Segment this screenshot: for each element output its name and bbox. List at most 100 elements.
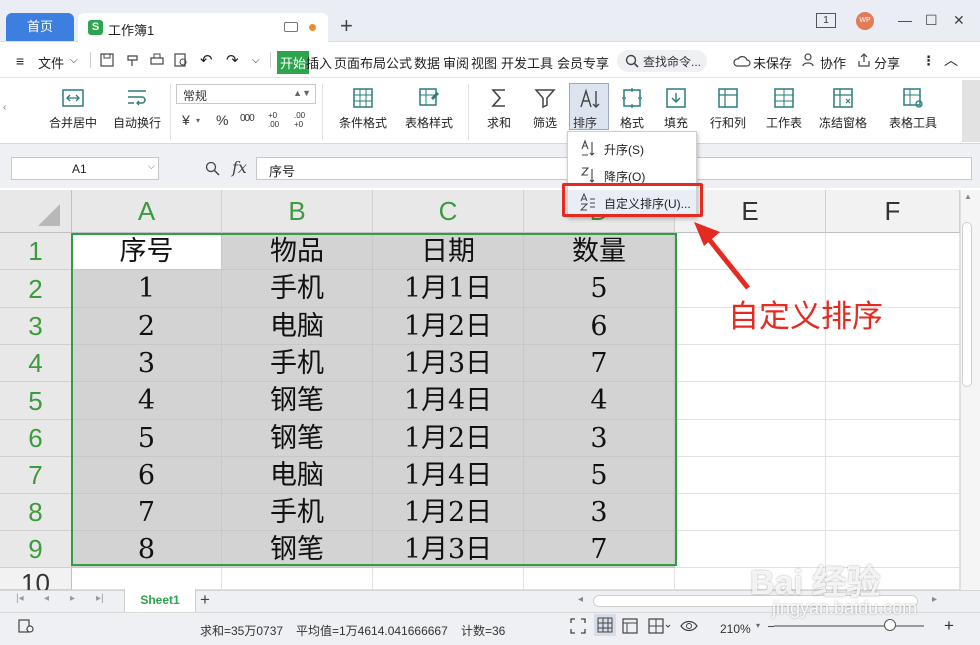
- empty-cell[interactable]: [373, 568, 524, 590]
- table-header-cell[interactable]: 日期: [373, 233, 524, 270]
- empty-cell[interactable]: [826, 382, 960, 420]
- custom-sort-item[interactable]: 自定义排序(U)...: [568, 190, 696, 214]
- percent-button[interactable]: %: [216, 112, 228, 128]
- table-cell[interactable]: 3: [72, 345, 222, 382]
- table-cell[interactable]: 3: [524, 494, 675, 531]
- sort-button[interactable]: 排序: [569, 83, 609, 130]
- row-header-2[interactable]: 2: [0, 270, 72, 308]
- macro-icon[interactable]: [18, 619, 34, 633]
- sheet-tab-sheet1[interactable]: Sheet1: [124, 589, 196, 613]
- table-header-cell[interactable]: 序号: [72, 233, 222, 270]
- name-box[interactable]: A1 ⌵: [11, 157, 159, 180]
- table-cell[interactable]: 1月4日: [373, 382, 524, 420]
- table-cell[interactable]: 7: [72, 494, 222, 531]
- avatar[interactable]: WP: [856, 12, 874, 30]
- first-sheet-icon[interactable]: |◂: [16, 593, 24, 604]
- scroll-right-icon[interactable]: ▸: [932, 594, 937, 605]
- empty-cell[interactable]: [826, 233, 960, 270]
- ribbon-scroll-left-icon[interactable]: ‹: [3, 102, 6, 113]
- page-layout-view-icon[interactable]: [622, 618, 638, 634]
- row-header-1[interactable]: 1: [0, 233, 72, 270]
- row-header-4[interactable]: 4: [0, 345, 72, 382]
- column-header-b[interactable]: B: [222, 190, 373, 233]
- table-cell[interactable]: 钢笔: [222, 531, 373, 568]
- vertical-scroll-thumb[interactable]: [962, 222, 972, 387]
- last-sheet-icon[interactable]: ▸|: [96, 593, 104, 604]
- close-button[interactable]: ✕: [953, 12, 965, 29]
- table-tools-button[interactable]: 表格工具: [880, 86, 946, 131]
- sort-ascending-item[interactable]: 升序(S): [568, 136, 696, 160]
- table-cell[interactable]: 1月4日: [373, 457, 524, 494]
- tab-workbook[interactable]: S 工作簿1: [78, 13, 328, 42]
- table-cell[interactable]: 3: [524, 420, 675, 457]
- scroll-left-icon[interactable]: ◂: [578, 594, 583, 605]
- zoom-level[interactable]: 210%: [720, 622, 751, 636]
- menu-page-layout[interactable]: 页面布局: [334, 53, 386, 72]
- chevron-down-icon[interactable]: ▾: [756, 621, 760, 630]
- empty-cell[interactable]: [826, 345, 960, 382]
- share-button[interactable]: 分享: [874, 53, 900, 72]
- empty-cell[interactable]: [72, 568, 222, 590]
- table-cell[interactable]: 1月1日: [373, 270, 524, 308]
- table-style-button[interactable]: 表格样式: [396, 86, 462, 131]
- collapse-ribbon-icon[interactable]: ︿: [944, 50, 958, 70]
- table-cell[interactable]: 钢笔: [222, 420, 373, 457]
- sort-descending-item[interactable]: 降序(O): [568, 163, 696, 187]
- menu-review[interactable]: 审阅: [443, 53, 469, 72]
- add-sheet-button[interactable]: +: [200, 590, 210, 610]
- menu-insert[interactable]: 插入: [306, 53, 332, 72]
- currency-button[interactable]: ¥: [182, 112, 190, 128]
- table-cell[interactable]: 手机: [222, 345, 373, 382]
- collab-button[interactable]: 协作: [820, 53, 846, 72]
- page-count-badge[interactable]: 1: [816, 13, 836, 28]
- table-cell[interactable]: 钢笔: [222, 382, 373, 420]
- print-icon[interactable]: [150, 53, 164, 67]
- table-cell[interactable]: 1月2日: [373, 494, 524, 531]
- rows-cols-button[interactable]: 行和列: [702, 86, 754, 131]
- filter-button[interactable]: 筛选: [524, 86, 566, 131]
- search-input[interactable]: 查找命令...: [643, 53, 701, 70]
- table-cell[interactable]: 7: [524, 531, 675, 568]
- scroll-up-icon[interactable]: ▲: [964, 192, 972, 201]
- normal-view-button[interactable]: [594, 614, 616, 636]
- maximize-button[interactable]: ☐: [925, 12, 938, 29]
- empty-cell[interactable]: [826, 494, 960, 531]
- wrap-text-button[interactable]: 自动换行: [110, 86, 164, 131]
- format-painter-icon[interactable]: [126, 53, 140, 67]
- menu-data[interactable]: 数据: [414, 53, 440, 72]
- format-button[interactable]: 格式: [612, 86, 652, 131]
- ribbon-scroll-right[interactable]: [962, 80, 980, 142]
- menu-view[interactable]: 视图: [471, 53, 497, 72]
- table-cell[interactable]: 7: [524, 345, 675, 382]
- empty-cell[interactable]: [826, 457, 960, 494]
- zoom-in-button[interactable]: +: [944, 616, 954, 636]
- fullscreen-icon[interactable]: [570, 618, 586, 634]
- chevron-down-icon[interactable]: ⌵: [148, 161, 155, 172]
- prev-sheet-icon[interactable]: ◂: [44, 593, 49, 604]
- column-header-f[interactable]: F: [826, 190, 960, 233]
- menu-start[interactable]: 开始: [277, 51, 310, 74]
- monitor-icon[interactable]: [284, 22, 298, 32]
- table-cell[interactable]: 5: [524, 457, 675, 494]
- undo-icon[interactable]: ↶: [200, 51, 213, 69]
- function-icon[interactable]: fx: [232, 158, 247, 177]
- decimal-decrease-button[interactable]: .00 +0: [294, 111, 314, 129]
- menu-member[interactable]: 会员专享: [557, 53, 609, 72]
- table-cell[interactable]: 4: [524, 382, 675, 420]
- worksheet-button[interactable]: 工作表: [758, 86, 810, 131]
- thousands-button[interactable]: 000: [240, 113, 255, 124]
- chevron-down-icon[interactable]: ▾: [196, 116, 200, 125]
- table-header-cell[interactable]: 数量: [524, 233, 675, 270]
- table-cell[interactable]: 1月3日: [373, 345, 524, 382]
- print-preview-icon[interactable]: [174, 53, 188, 67]
- table-cell[interactable]: 8: [72, 531, 222, 568]
- row-header-5[interactable]: 5: [0, 382, 72, 420]
- command-search[interactable]: 查找命令...: [617, 50, 707, 72]
- fill-button[interactable]: 填充: [656, 86, 696, 131]
- hamburger-icon[interactable]: ≡: [16, 53, 24, 69]
- minimize-button[interactable]: —: [898, 12, 912, 28]
- empty-cell[interactable]: [675, 345, 826, 382]
- menu-developer[interactable]: 开发工具: [501, 53, 553, 72]
- more-icon[interactable]: ⋮: [922, 53, 935, 69]
- sum-button[interactable]: 求和: [478, 86, 520, 131]
